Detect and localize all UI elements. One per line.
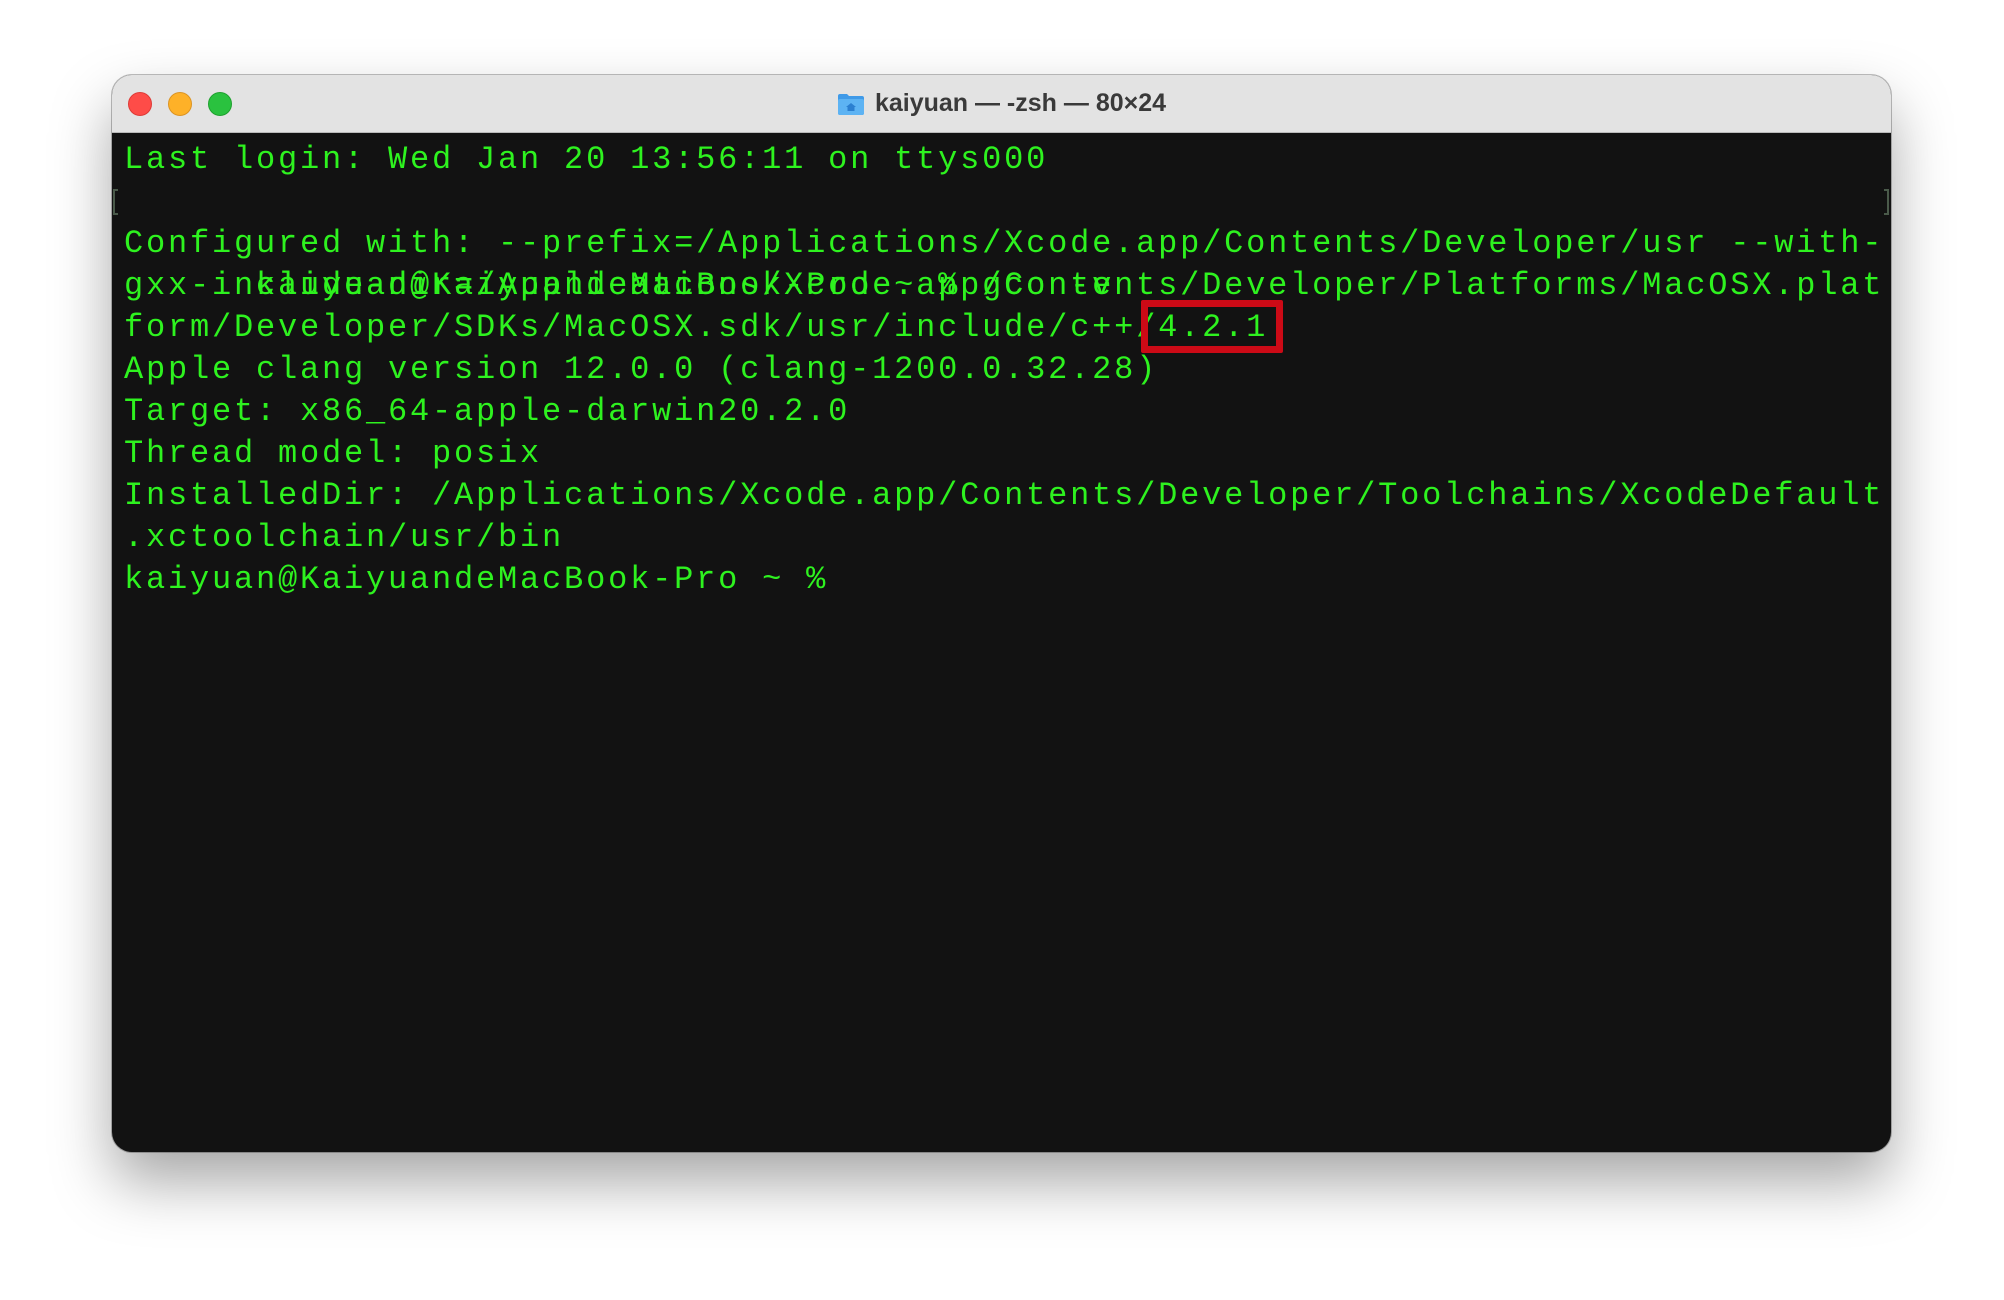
terminal-prompt[interactable]: kaiyuan@KaiyuandeMacBook-Pro ~ % bbox=[112, 559, 1891, 601]
terminal-line: Last login: Wed Jan 20 13:56:11 on ttys0… bbox=[124, 141, 1049, 178]
terminal-line: Thread model: posix bbox=[124, 435, 543, 472]
line-mark-left bbox=[113, 189, 118, 215]
terminal-line: Configured with: --prefix=/Applications/… bbox=[124, 225, 1885, 262]
version-highlight-box bbox=[1141, 300, 1283, 353]
window-title: kaiyuan — -zsh — 80×24 bbox=[874, 89, 1167, 117]
terminal-line: InstalledDir: /Applications/Xcode.app/Co… bbox=[124, 477, 1885, 514]
terminal-window: kaiyuan — -zsh — 80×24 Last login: Wed J… bbox=[112, 75, 1891, 1152]
window-title-area: kaiyuan — -zsh — 80×24 bbox=[112, 75, 1891, 132]
terminal-content[interactable]: Last login: Wed Jan 20 13:56:11 on ttys0… bbox=[112, 133, 1891, 1152]
terminal-line: Apple clang version 12.0.0 (clang-1200.0… bbox=[124, 351, 1159, 388]
terminal-line: form/Developer/SDKs/MacOSX.sdk/usr/inclu… bbox=[124, 309, 1269, 346]
home-folder-icon bbox=[837, 92, 865, 116]
terminal-line-command: kaiyuan@KaiyuandeMacBook-Pro ~ % gcc -v bbox=[112, 181, 1891, 304]
title-bar[interactable]: kaiyuan — -zsh — 80×24 bbox=[112, 75, 1891, 133]
terminal-line: gxx-include-dir=/Applications/Xcode.app/… bbox=[124, 267, 1885, 304]
line-mark-right bbox=[1884, 189, 1889, 215]
terminal-line: .xctoolchain/usr/bin bbox=[124, 519, 565, 556]
terminal-line: Target: x86_64-apple-darwin20.2.0 bbox=[124, 393, 851, 430]
